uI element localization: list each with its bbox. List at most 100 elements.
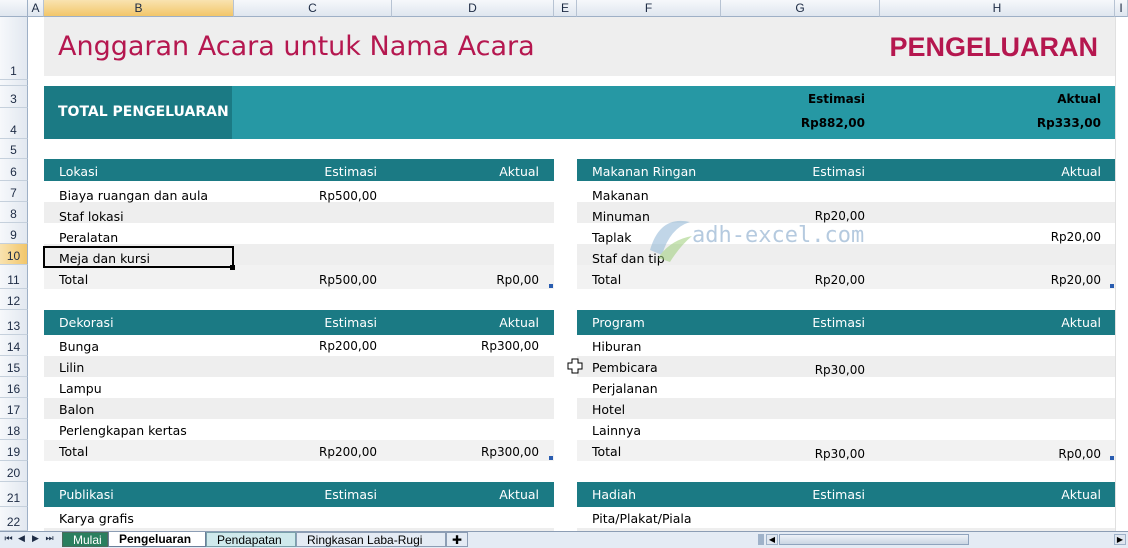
makanan-item-act[interactable]: Rp20,00: [880, 229, 1101, 245]
row-header[interactable]: 3: [0, 86, 28, 108]
tab-mulai[interactable]: Mulai: [62, 532, 108, 547]
program-total-act[interactable]: Rp0,00: [880, 446, 1101, 462]
col-header-c[interactable]: C: [234, 0, 392, 17]
total-act-value[interactable]: Rp333,00: [880, 115, 1101, 131]
row-header[interactable]: 10: [0, 244, 28, 265]
dekorasi-total-label[interactable]: Total: [59, 444, 88, 460]
publikasi-est-header[interactable]: Estimasi: [234, 487, 377, 503]
row-header[interactable]: 17: [0, 398, 28, 419]
program-total-label[interactable]: Total: [592, 444, 621, 460]
col-header-h[interactable]: H: [880, 0, 1115, 17]
col-header-g[interactable]: G: [721, 0, 880, 17]
lokasi-item-label[interactable]: Staf lokasi: [59, 209, 124, 225]
makanan-act-header[interactable]: Aktual: [880, 164, 1101, 180]
row-header[interactable]: 7: [0, 181, 28, 202]
row-header[interactable]: 1: [0, 17, 28, 80]
program-item-label[interactable]: Perjalanan: [592, 381, 658, 397]
table-resize-handle[interactable]: [1110, 284, 1114, 288]
row-header[interactable]: 21: [0, 482, 28, 507]
table-resize-handle[interactable]: [549, 284, 553, 288]
publikasi-item-label[interactable]: Karya grafis: [59, 511, 134, 527]
scroll-left-icon[interactable]: ◀: [766, 534, 778, 545]
sheet-title[interactable]: Anggaran Acara untuk Nama Acara: [58, 31, 535, 63]
dekorasi-total-est[interactable]: Rp200,00: [234, 444, 377, 460]
total-est-label[interactable]: Estimasi: [721, 91, 865, 107]
col-header-e[interactable]: E: [554, 0, 577, 17]
makanan-total-act[interactable]: Rp20,00: [880, 272, 1101, 288]
dekorasi-total-act[interactable]: Rp300,00: [392, 444, 539, 460]
makanan-total-label[interactable]: Total: [592, 272, 621, 288]
row-header[interactable]: 12: [0, 289, 28, 310]
hadiah-est-header[interactable]: Estimasi: [721, 487, 865, 503]
dekorasi-act-header[interactable]: Aktual: [392, 315, 539, 331]
next-sheet-icon[interactable]: ▶: [31, 534, 40, 545]
row-header[interactable]: 18: [0, 419, 28, 440]
row-header[interactable]: 11: [0, 265, 28, 289]
row-header[interactable]: 4: [0, 108, 28, 139]
program-est-header[interactable]: Estimasi: [721, 315, 865, 331]
row-header[interactable]: 15: [0, 356, 28, 377]
table-resize-handle[interactable]: [1110, 456, 1114, 460]
col-header-f[interactable]: F: [577, 0, 721, 17]
makanan-title[interactable]: Makanan Ringan: [592, 164, 696, 180]
insert-sheet-icon[interactable]: ✚: [446, 532, 468, 547]
lokasi-title[interactable]: Lokasi: [59, 164, 98, 180]
program-item-label[interactable]: Pembicara: [592, 360, 658, 376]
hadiah-item-label[interactable]: Pita/Plakat/Piala: [592, 511, 692, 527]
dekorasi-item-label[interactable]: Bunga: [59, 339, 99, 355]
total-act-label[interactable]: Aktual: [880, 91, 1101, 107]
dekorasi-item-label[interactable]: Perlengkapan kertas: [59, 423, 187, 439]
col-header-i[interactable]: I: [1115, 0, 1128, 17]
publikasi-act-header[interactable]: Aktual: [392, 487, 539, 503]
makanan-item-label[interactable]: Taplak: [592, 230, 632, 246]
total-est-value[interactable]: Rp882,00: [721, 115, 865, 131]
makanan-item-label[interactable]: Makanan: [592, 188, 649, 204]
row-header[interactable]: 19: [0, 440, 28, 461]
dekorasi-item-act[interactable]: Rp300,00: [392, 338, 539, 354]
tab-split-handle[interactable]: [758, 534, 764, 545]
fill-handle[interactable]: [230, 265, 235, 270]
program-item-label[interactable]: Hotel: [592, 402, 625, 418]
lokasi-item-est[interactable]: Rp500,00: [234, 188, 377, 204]
lokasi-est-header[interactable]: Estimasi: [234, 164, 377, 180]
row-header[interactable]: 5: [0, 139, 28, 159]
tab-ringkasan[interactable]: Ringkasan Laba-Rugi: [296, 532, 446, 547]
tab-pendapatan[interactable]: Pendapatan: [206, 532, 296, 547]
prev-sheet-icon[interactable]: ◀: [17, 534, 26, 545]
dekorasi-title[interactable]: Dekorasi: [59, 315, 114, 331]
row-header[interactable]: 8: [0, 202, 28, 223]
tab-pengeluaran[interactable]: Pengeluaran: [108, 532, 206, 547]
lokasi-total-est[interactable]: Rp500,00: [234, 272, 377, 288]
hadiah-act-header[interactable]: Aktual: [880, 487, 1101, 503]
lokasi-total-label[interactable]: Total: [59, 272, 88, 288]
col-header-b[interactable]: B: [44, 0, 234, 17]
dekorasi-item-est[interactable]: Rp200,00: [234, 338, 377, 354]
row-header[interactable]: 6: [0, 159, 28, 181]
makanan-est-header[interactable]: Estimasi: [721, 164, 865, 180]
lokasi-total-act[interactable]: Rp0,00: [392, 272, 539, 288]
program-total-est[interactable]: Rp30,00: [721, 446, 865, 462]
active-cell-selection[interactable]: [43, 246, 234, 268]
row-header[interactable]: 22: [0, 507, 28, 531]
page-label[interactable]: PENGELUARAN: [889, 31, 1098, 63]
row-header[interactable]: 16: [0, 377, 28, 398]
first-sheet-icon[interactable]: ⏮: [4, 534, 13, 545]
dekorasi-item-label[interactable]: Lampu: [59, 381, 102, 397]
last-sheet-icon[interactable]: ⏭: [45, 534, 54, 545]
lokasi-item-label[interactable]: Peralatan: [59, 230, 118, 246]
dekorasi-item-label[interactable]: Lilin: [59, 360, 84, 376]
table-resize-handle[interactable]: [549, 456, 553, 460]
program-item-label[interactable]: Hiburan: [592, 339, 641, 355]
hadiah-title[interactable]: Hadiah: [592, 487, 636, 503]
row-header[interactable]: 14: [0, 335, 28, 356]
lokasi-item-label[interactable]: Biaya ruangan dan aula: [59, 188, 208, 204]
horizontal-scroll-thumb[interactable]: [779, 534, 969, 545]
dekorasi-item-label[interactable]: Balon: [59, 402, 94, 418]
scroll-right-icon[interactable]: ▶: [1114, 534, 1126, 545]
total-label[interactable]: TOTAL PENGELUARAN: [58, 104, 229, 120]
program-title[interactable]: Program: [592, 315, 645, 331]
col-header-a[interactable]: A: [28, 0, 44, 17]
program-item-label[interactable]: Lainnya: [592, 423, 641, 439]
row-header[interactable]: 13: [0, 310, 28, 335]
program-item-est[interactable]: Rp30,00: [721, 362, 865, 378]
